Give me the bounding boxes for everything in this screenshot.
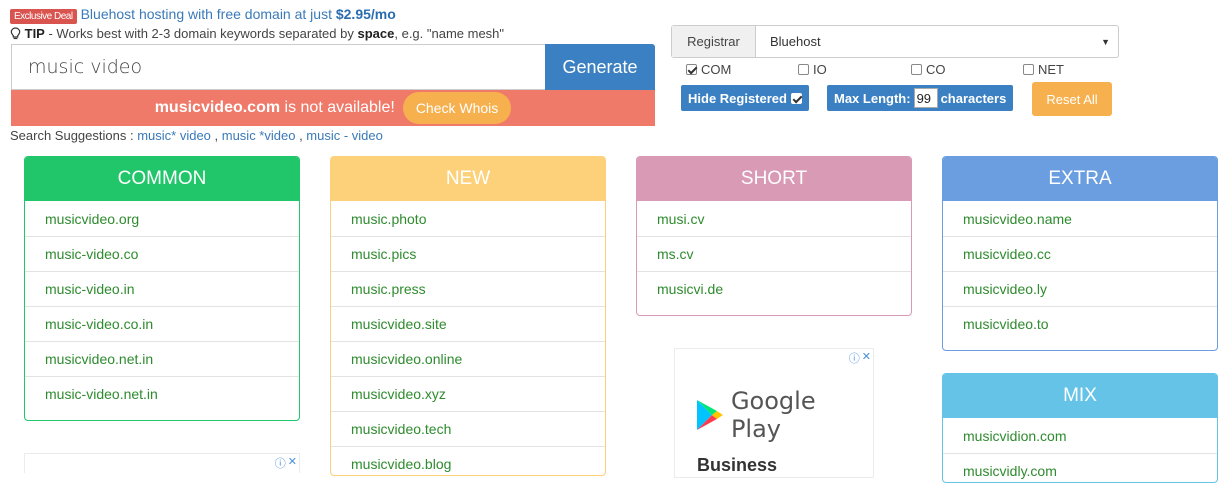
tip-keyword: space <box>357 26 395 41</box>
suggestions-label: Search Suggestions : <box>10 128 138 143</box>
domain-item[interactable]: music-video.co.in <box>25 306 299 341</box>
hide-registered-label: Hide Registered <box>688 90 787 106</box>
checkbox-checked-icon[interactable] <box>686 64 697 75</box>
ad-info-icon[interactable]: ⓘ <box>275 455 286 471</box>
extra-card-title: EXTRA <box>943 157 1217 201</box>
domain-item[interactable]: music-video.in <box>25 271 299 306</box>
registrar-label: Registrar <box>672 26 756 57</box>
max-length-unit: characters <box>940 90 1007 106</box>
new-list: music.photo music.pics music.press music… <box>331 201 605 475</box>
tip-text: - Works best with 2-3 domain keywords se… <box>44 26 358 41</box>
tld-io-checkbox[interactable]: IO <box>798 62 827 77</box>
google-play-logo: Google Play <box>695 387 873 443</box>
suggestion-link[interactable]: music* video <box>137 128 211 143</box>
short-card-title: SHORT <box>637 157 911 201</box>
tld-com-checkbox[interactable]: COM <box>686 62 731 77</box>
domain-item[interactable]: musicvideo.org <box>25 201 299 236</box>
tip-example: , e.g. "name mesh" <box>394 26 505 41</box>
reset-all-button[interactable]: Reset All <box>1032 82 1112 116</box>
ad-slot[interactable]: ⓘ ✕ <box>24 453 300 473</box>
hide-registered-toggle[interactable]: Hide Registered <box>681 85 809 111</box>
domain-item[interactable]: musicvideo.tech <box>331 411 605 446</box>
exclusive-deal-badge: Exclusive Deal <box>10 9 77 24</box>
new-card-title: NEW <box>331 157 605 201</box>
common-list: musicvideo.org music-video.co music-vide… <box>25 201 299 411</box>
checked-domain: musicvideo.com <box>154 99 281 116</box>
checkbox-icon[interactable] <box>1023 64 1034 75</box>
generate-button[interactable]: Generate <box>545 44 655 90</box>
max-length-label: Max Length: <box>834 90 911 106</box>
domain-item[interactable]: musicvideo.name <box>943 201 1217 236</box>
domain-item[interactable]: music.pics <box>331 236 605 271</box>
ad-controls: ⓘ ✕ <box>849 350 871 366</box>
promo-text[interactable]: Bluehost hosting with free domain at jus… <box>81 6 336 22</box>
common-card: COMMON musicvideo.org music-video.co mus… <box>24 156 300 421</box>
ad-close-icon[interactable]: ✕ <box>862 350 871 366</box>
domain-item[interactable]: musicvideo.ly <box>943 271 1217 306</box>
domain-item[interactable]: music-video.co <box>25 236 299 271</box>
domain-item[interactable]: music.photo <box>331 201 605 236</box>
play-triangle-icon <box>696 400 723 430</box>
checkbox-checked-icon[interactable] <box>790 92 802 104</box>
domain-item[interactable]: musicvideo.net.in <box>25 341 299 376</box>
extra-card: EXTRA musicvideo.name musicvideo.cc musi… <box>942 156 1218 351</box>
ad-info-icon[interactable]: ⓘ <box>849 350 860 366</box>
ad-controls: ⓘ ✕ <box>275 455 297 471</box>
google-play-ad[interactable]: ⓘ ✕ Google Play Business <box>674 348 874 478</box>
tld-net-checkbox[interactable]: NET <box>1023 62 1064 77</box>
domain-item[interactable]: musicvideo.blog <box>331 446 605 475</box>
domain-item[interactable]: musicvideo.online <box>331 341 605 376</box>
new-card: NEW music.photo music.pics music.press m… <box>330 156 606 476</box>
domain-item[interactable]: musicvidly.com <box>943 453 1217 482</box>
registrar-select[interactable]: Registrar Bluehost ▼ <box>671 25 1119 58</box>
ad-close-icon[interactable]: ✕ <box>288 455 297 471</box>
checkbox-icon[interactable] <box>798 64 809 75</box>
mix-card: MIX musicvidion.com musicvidly.com <box>942 373 1218 483</box>
tld-label: CO <box>926 62 946 77</box>
domain-item[interactable]: musicvidion.com <box>943 418 1217 453</box>
lightbulb-icon <box>10 27 21 40</box>
availability-message: is not available! <box>280 99 395 116</box>
max-length-input[interactable]: 99 <box>913 88 938 108</box>
domain-item[interactable]: music.press <box>331 271 605 306</box>
domain-item[interactable]: ms.cv <box>637 236 911 271</box>
extra-list: musicvideo.name musicvideo.cc musicvideo… <box>943 201 1217 341</box>
short-card: SHORT musi.cv ms.cv musicvi.de <box>636 156 912 316</box>
short-list: musi.cv ms.cv musicvi.de <box>637 201 911 306</box>
availability-alert: musicvideo.com is not available! Check W… <box>11 90 655 126</box>
suggestion-link[interactable]: music - video <box>306 128 383 143</box>
mix-list: musicvidion.com musicvidly.com <box>943 418 1217 482</box>
mix-card-title: MIX <box>943 374 1217 418</box>
caret-down-icon: ▼ <box>1101 37 1110 47</box>
registrar-selected: Bluehost <box>770 34 821 49</box>
domain-item[interactable]: musicvideo.site <box>331 306 605 341</box>
search-input[interactable]: music video <box>11 44 545 90</box>
registrar-value[interactable]: Bluehost ▼ <box>756 26 1118 57</box>
tld-label: COM <box>701 62 732 77</box>
domain-item[interactable]: musicvideo.xyz <box>331 376 605 411</box>
promo-price[interactable]: $2.95/mo <box>336 6 396 22</box>
tip-line: TIP - Works best with 2-3 domain keyword… <box>10 26 504 41</box>
checkbox-icon[interactable] <box>911 64 922 75</box>
suggestion-link[interactable]: music *video <box>222 128 296 143</box>
domain-item[interactable]: musicvi.de <box>637 271 911 306</box>
domain-item[interactable]: musicvideo.cc <box>943 236 1217 271</box>
tip-label: TIP <box>24 26 45 41</box>
tld-label: NET <box>1038 62 1064 77</box>
common-card-title: COMMON <box>25 157 299 201</box>
tld-co-checkbox[interactable]: CO <box>911 62 946 77</box>
tld-label: IO <box>813 62 827 77</box>
promo-banner[interactable]: Exclusive Deal Bluehost hosting with free… <box>10 6 396 24</box>
max-length-control: Max Length: 99 characters <box>827 85 1014 111</box>
search-suggestions: Search Suggestions : music* video , musi… <box>10 128 383 143</box>
ad-headline: Business <box>697 455 778 475</box>
check-whois-button[interactable]: Check Whois <box>402 92 512 124</box>
domain-item[interactable]: musicvideo.to <box>943 306 1217 341</box>
ad-brand: Google Play <box>730 387 816 443</box>
domain-item[interactable]: musi.cv <box>637 201 911 236</box>
domain-item[interactable]: music-video.net.in <box>25 376 299 411</box>
